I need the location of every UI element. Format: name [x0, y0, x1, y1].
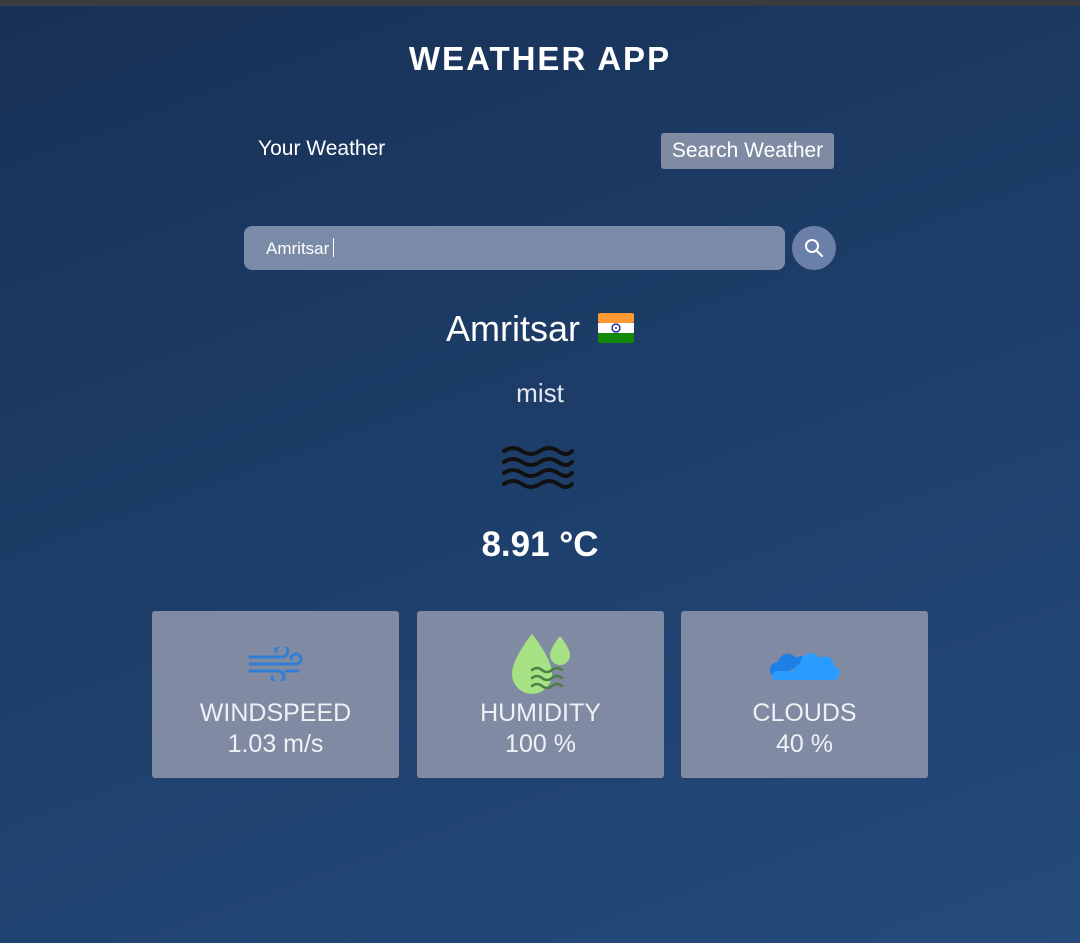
clouds-card: CLOUDS 40 % [681, 611, 928, 778]
tab-your-weather[interactable]: Your Weather [258, 137, 385, 161]
city-heading: Amritsar [0, 308, 1080, 350]
city-name: Amritsar [445, 308, 580, 349]
clouds-card-icon-wrap [681, 629, 928, 699]
humidity-icon [511, 634, 570, 694]
temperature-value: 8.91 °C [481, 525, 599, 564]
search-input-value[interactable]: Amritsar [266, 238, 335, 259]
india-flag-icon [598, 313, 634, 343]
wind-icon [248, 647, 302, 681]
clouds-icon [769, 653, 840, 680]
clouds-value: 40 % [776, 730, 833, 758]
humidity-value: 100 % [505, 730, 576, 758]
humidity-label: HUMIDITY [480, 699, 601, 727]
clouds-label: CLOUDS [752, 699, 857, 727]
mist-icon [502, 446, 574, 489]
search-icon [805, 239, 823, 257]
search-input-text: Amritsar [266, 239, 330, 258]
text-caret [333, 238, 335, 257]
humidity-card: HUMIDITY 100 % [417, 611, 664, 778]
app-title: WEATHER APP [408, 40, 672, 77]
window-top-bar [0, 0, 1080, 6]
search-input[interactable]: Amritsar [244, 226, 785, 270]
windspeed-card: WINDSPEED 1.03 m/s [152, 611, 399, 778]
windspeed-card-icon-wrap [152, 629, 399, 699]
tab-search-weather[interactable]: Search Weather [661, 133, 834, 169]
windspeed-label: WINDSPEED [199, 699, 352, 727]
search-button[interactable] [792, 226, 836, 270]
windspeed-value: 1.03 m/s [227, 730, 324, 758]
humidity-card-icon-wrap [417, 629, 664, 699]
weather-description: mist [516, 378, 564, 408]
